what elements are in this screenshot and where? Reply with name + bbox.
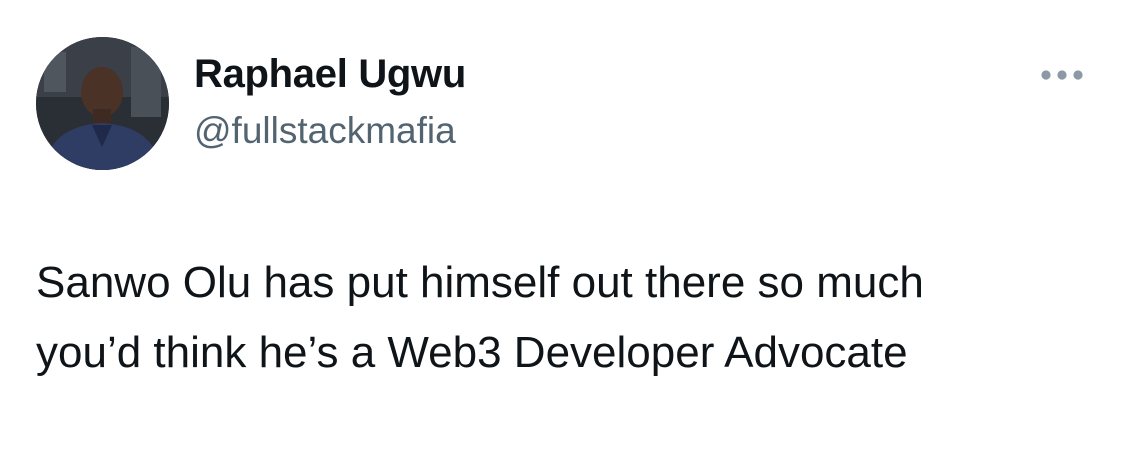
- tweet-card: Raphael Ugwu @fullstackmafia Sanwo Olu h…: [0, 0, 1125, 461]
- more-options-button[interactable]: [1036, 60, 1088, 90]
- tweet-text-line: Sanwo Olu has put himself out there so m…: [36, 258, 924, 307]
- avatar[interactable]: [36, 37, 169, 170]
- profile-photo-icon: [36, 37, 169, 170]
- author-handle[interactable]: @fullstackmafia: [194, 110, 456, 152]
- author-display-name[interactable]: Raphael Ugwu: [194, 52, 466, 97]
- tweet-text-line: you’d think he’s a Web3 Developer Advoca…: [36, 328, 908, 377]
- more-horizontal-icon: [1041, 70, 1083, 80]
- tweet-text: Sanwo Olu has put himself out there so m…: [36, 248, 1096, 388]
